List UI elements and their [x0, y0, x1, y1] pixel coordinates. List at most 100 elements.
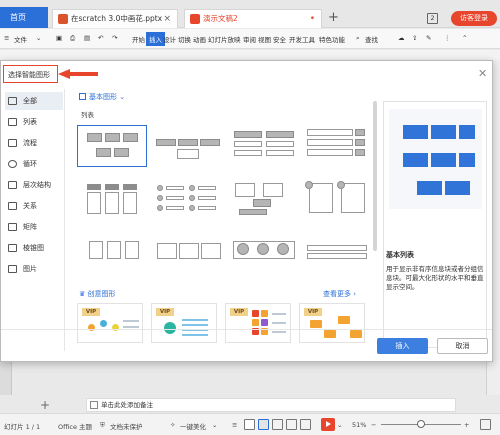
category-label: 全部	[23, 97, 37, 105]
notes-view-button[interactable]	[300, 419, 311, 430]
category-cycle[interactable]: 循环	[5, 155, 63, 173]
category-label: 流程	[23, 139, 37, 147]
doc-protection[interactable]: 文档未保护	[110, 421, 143, 431]
document-tab-1[interactable]: 在scratch 3.0中画花.pptx ×	[52, 9, 178, 28]
window-count-badge[interactable]: 2	[427, 13, 438, 24]
save-icon[interactable]: ▣	[56, 34, 62, 42]
chevron-down-icon[interactable]: ⌄	[337, 421, 342, 429]
dialog-title: 选择智能图形	[8, 71, 50, 79]
preview-panel: 基本列表 用于显示非有序信息块或者分组信息块。可最大化形状的水平和垂直显示空间。	[383, 101, 487, 348]
login-button[interactable]: 访客登录	[451, 11, 497, 26]
notes-placeholder: 单击此处添加备注	[101, 401, 153, 409]
square-icon	[261, 310, 268, 317]
tab-slideshow[interactable]: 幻灯片放映	[208, 34, 241, 44]
smartart-list-row3-2[interactable]	[153, 235, 223, 259]
category-process[interactable]: 流程	[5, 134, 63, 152]
sorter-view-button[interactable]	[258, 419, 269, 430]
category-hierarchy[interactable]: 层次结构	[5, 176, 63, 194]
smartart-list-row3-1[interactable]	[77, 235, 147, 259]
menu-icon[interactable]: ≡	[4, 34, 9, 42]
beautify-icon: ✧	[170, 421, 176, 429]
slide-info: 幻灯片 1 / 1	[4, 423, 41, 431]
theme-name[interactable]: Office 主题	[58, 421, 92, 431]
cancel-button[interactable]: 取消	[437, 338, 488, 354]
list-view-icon[interactable]: ≡	[232, 421, 237, 429]
tab-review[interactable]: 审阅	[243, 34, 256, 44]
tab-view[interactable]: 视图	[258, 34, 271, 44]
beautify-button[interactable]: 一键美化	[180, 421, 206, 431]
smartart-picture-list[interactable]	[229, 179, 299, 221]
grid-view-button[interactable]	[272, 419, 283, 430]
smartart-list-row3-4[interactable]	[303, 235, 373, 259]
normal-view-button[interactable]	[244, 419, 255, 430]
vip-badge: VIP	[156, 308, 174, 316]
print-icon[interactable]: ⎙	[70, 34, 75, 43]
smartart-column-list[interactable]	[77, 179, 147, 221]
comment-icon[interactable]: ✎	[426, 34, 431, 42]
zoom-out-icon[interactable]: −	[371, 421, 376, 429]
section-header[interactable]: 基本图形 ⌄	[79, 92, 125, 102]
tab-design[interactable]: 设计	[163, 34, 176, 44]
undo-icon[interactable]: ↶	[98, 34, 103, 42]
notes-area[interactable]: 单击此处添加备注	[86, 398, 456, 412]
share-icon[interactable]: ⇪	[412, 34, 417, 42]
more-icon[interactable]: ⋮	[444, 34, 451, 42]
chevron-down-icon[interactable]: ⌄	[36, 34, 41, 42]
square-icon	[252, 319, 259, 326]
tab-home[interactable]: 开始	[132, 34, 145, 44]
tab-animation[interactable]: 动画	[193, 34, 206, 44]
zoom-slider-handle[interactable]	[417, 420, 425, 428]
smartart-list-row3-3[interactable]	[229, 235, 299, 259]
square-icon	[252, 310, 259, 317]
fit-window-icon[interactable]	[480, 419, 491, 430]
smartart-grouped-list[interactable]	[153, 125, 223, 167]
shape-gallery: 基本图形 ⌄ 列表 ♛ 创意图形 查看更多 › VIP VIP VIP VIP	[73, 89, 373, 351]
gallery-scrollbar[interactable]	[373, 101, 377, 251]
add-slide-button[interactable]: +	[40, 398, 50, 412]
smartart-circle-list[interactable]	[303, 179, 373, 221]
smartart-stacked-list[interactable]	[229, 125, 299, 167]
chevron-up-icon[interactable]: ⌃	[462, 34, 467, 42]
search-icon[interactable]: ⌕	[356, 34, 360, 43]
close-icon[interactable]: ×	[163, 10, 171, 28]
zoom-level[interactable]: 51%	[352, 421, 366, 429]
notes-icon	[90, 401, 98, 409]
file-menu[interactable]: 文件	[14, 34, 27, 44]
insert-button[interactable]: 插入	[377, 338, 428, 354]
category-matrix[interactable]: 矩阵	[5, 218, 63, 236]
category-all[interactable]: 全部	[5, 92, 63, 110]
shield-icon: ⛨	[100, 421, 105, 429]
tab-developer[interactable]: 开发工具	[289, 34, 315, 44]
zoom-in-icon[interactable]: +	[464, 421, 469, 429]
redo-icon[interactable]: ↷	[112, 34, 117, 42]
square-icon	[261, 319, 268, 326]
search-button[interactable]: 查找	[365, 34, 378, 44]
text-line	[272, 322, 286, 324]
tab-security[interactable]: 安全	[273, 34, 286, 44]
tab-transition[interactable]: 切换	[178, 34, 191, 44]
shapes-icon	[79, 93, 86, 100]
category-pyramid[interactable]: 棱锥图	[5, 239, 63, 257]
category-list-item[interactable]: 列表	[5, 113, 63, 131]
smart-art-dialog: 选择智能图形 ✕ 全部 列表 流程 循环 层次结构 关系 矩阵 棱锥图 图片 基…	[0, 60, 493, 362]
play-button[interactable]	[321, 418, 335, 431]
home-tab[interactable]: 首页	[0, 7, 48, 28]
smartart-bullet-list[interactable]	[153, 179, 223, 221]
new-tab-button[interactable]: +	[328, 10, 339, 25]
category-label: 棱锥图	[23, 244, 44, 252]
preview-icon[interactable]: ▤	[84, 34, 90, 42]
cloud-icon[interactable]: ☁	[398, 34, 405, 42]
text-line	[123, 320, 139, 322]
reading-view-button[interactable]	[286, 419, 297, 430]
preview-title: 基本列表	[386, 251, 414, 259]
view-more-link[interactable]: 查看更多 ›	[323, 289, 356, 299]
smartart-basic-list[interactable]	[77, 125, 147, 167]
unsaved-dot-icon[interactable]: •	[310, 10, 315, 28]
close-icon[interactable]: ✕	[478, 67, 487, 80]
tab-features[interactable]: 特色功能	[319, 34, 345, 44]
document-tab-2[interactable]: 演示文稿2 •	[184, 9, 322, 28]
chevron-down-icon[interactable]: ⌄	[212, 421, 217, 429]
category-relationship[interactable]: 关系	[5, 197, 63, 215]
category-picture[interactable]: 图片	[5, 260, 63, 278]
smartart-vertical-list[interactable]	[303, 125, 373, 167]
